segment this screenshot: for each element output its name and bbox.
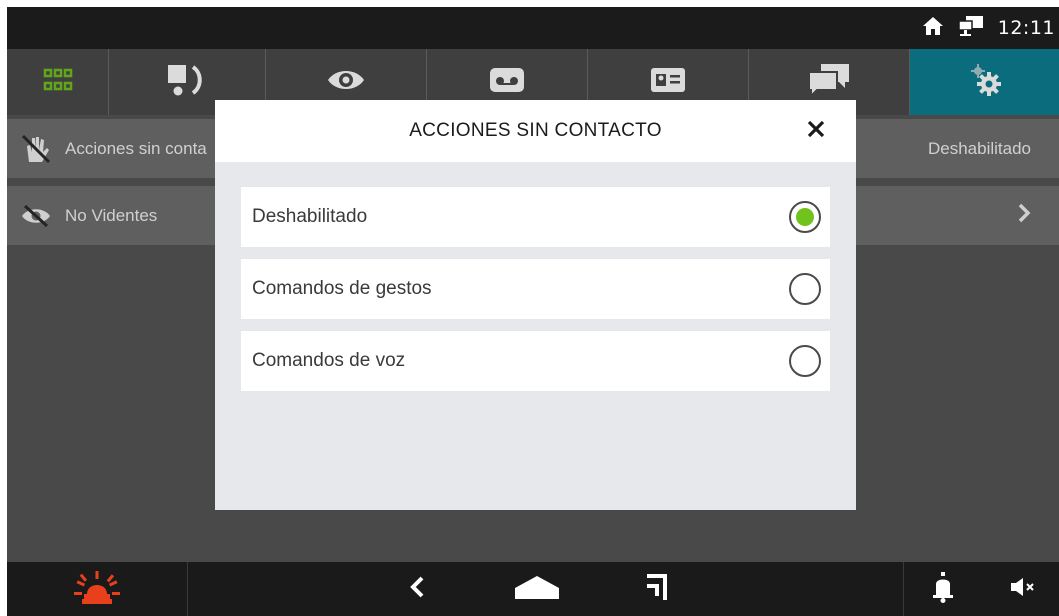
close-icon (807, 120, 825, 142)
radio-unselected[interactable] (789, 345, 821, 377)
home-icon (922, 16, 944, 40)
option-comandos-gestos[interactable]: Comandos de gestos (241, 259, 830, 319)
option-label: Comandos de gestos (252, 278, 432, 299)
bell-icon (931, 571, 955, 607)
nav-divider (903, 562, 904, 616)
status-bar: 12:11 (7, 7, 1059, 49)
dialog-header: ACCIONES SIN CONTACTO (215, 100, 856, 162)
bell-button[interactable] (913, 562, 973, 616)
hang-up-button[interactable] (627, 562, 687, 616)
option-label: Deshabilitado (252, 206, 368, 227)
close-button[interactable] (802, 117, 830, 145)
network-icon (957, 15, 984, 41)
touchless-actions-dialog: ACCIONES SIN CONTACTO Deshabilitado Coma… (215, 100, 856, 510)
back-icon (409, 576, 425, 602)
radio-dot (796, 208, 814, 226)
dialog-title: ACCIONES SIN CONTACTO (409, 120, 662, 141)
alarm-button[interactable] (7, 562, 187, 616)
home-icon (513, 574, 561, 604)
radio-selected[interactable] (789, 201, 821, 233)
back-button[interactable] (387, 562, 447, 616)
option-label: Comandos de voz (252, 350, 406, 371)
nav-divider (187, 562, 188, 616)
alarm-siren-icon (73, 568, 121, 610)
option-comandos-voz[interactable]: Comandos de voz (241, 331, 830, 391)
speaker-mute-icon (1010, 577, 1036, 601)
option-deshabilitado[interactable]: Deshabilitado (241, 187, 830, 247)
home-button[interactable] (507, 562, 567, 616)
mute-button[interactable] (993, 562, 1053, 616)
clock: 12:11 (997, 17, 1055, 39)
radio-unselected[interactable] (789, 273, 821, 305)
hang-up-icon (645, 572, 669, 606)
navigation-bar (7, 562, 1059, 616)
